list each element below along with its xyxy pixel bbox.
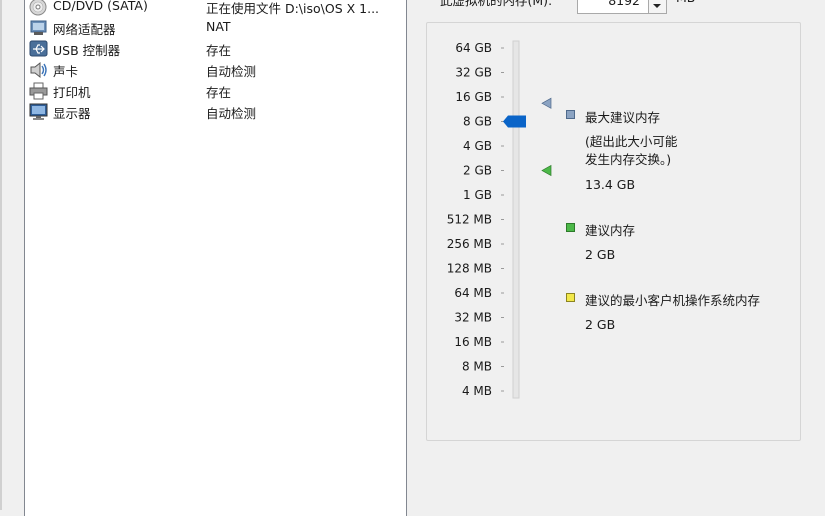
- scale-tick-label: 32 GB: [455, 66, 492, 80]
- scale-tick-label: 4 GB: [463, 139, 492, 153]
- legend-value: 2 GB: [585, 247, 616, 262]
- scale-tick-label: 8 MB: [462, 360, 492, 374]
- legend-title: 建议内存: [585, 223, 636, 238]
- scale-tick-label: 64 GB: [455, 41, 492, 55]
- recommended-marker: [541, 164, 552, 177]
- scale-tick-label: 16 GB: [455, 90, 492, 104]
- legend-note: 发生内存交换。): [585, 152, 672, 167]
- scale-tick-label: 2 GB: [463, 164, 492, 178]
- scale-tick-label: 256 MB: [447, 237, 492, 251]
- scale-tick-label: 16 MB: [454, 335, 492, 349]
- legend-swatch-min-guest: [566, 293, 575, 302]
- scale-tick-label: 8 GB: [463, 115, 492, 129]
- legend-value: 2 GB: [585, 317, 616, 332]
- legend-value: 13.4 GB: [585, 177, 636, 192]
- max-recommended-marker: [541, 97, 552, 109]
- scale-tick-label: 128 MB: [447, 262, 492, 276]
- scale-tick-label: 4 MB: [462, 384, 492, 398]
- slider-track[interactable]: [512, 40, 520, 399]
- scale-tick-label: 512 MB: [447, 213, 492, 227]
- scale-tick-label: 32 MB: [454, 311, 492, 325]
- scale-tick-label: 64 MB: [454, 286, 492, 300]
- legend-note: (超出此大小可能: [585, 134, 678, 149]
- scale-tick-label: 1 GB: [463, 188, 492, 202]
- legend-title: 建议的最小客户机操作系统内存: [585, 293, 761, 308]
- memory-slider-scale[interactable]: 64 GB 32 GB 16 GB 8 GB 4 GB 2 GB 1 GB 512 MB 256…: [0, 0, 825, 510]
- legend-swatch-recommended: [566, 223, 575, 232]
- slider-thumb[interactable]: [503, 115, 526, 128]
- legend-swatch-max: [566, 110, 575, 119]
- legend-title: 最大建议内存: [585, 110, 661, 125]
